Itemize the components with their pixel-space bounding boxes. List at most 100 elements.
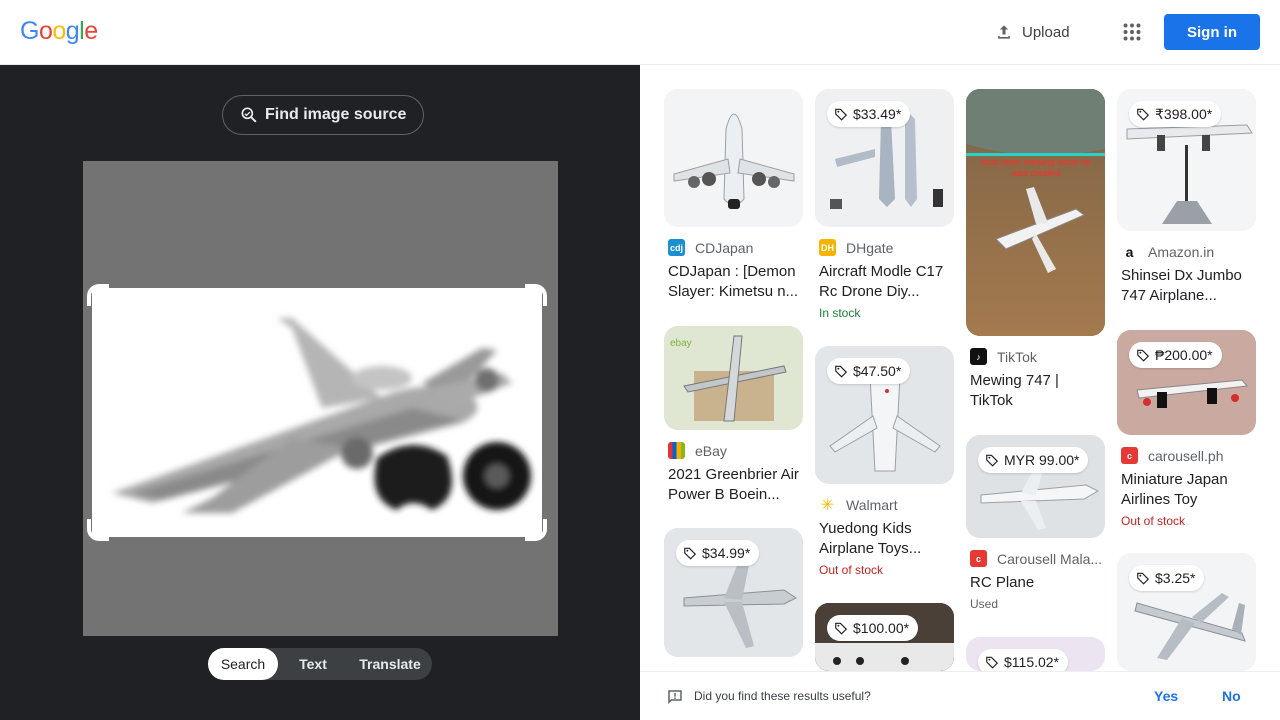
tab-search[interactable]: Search <box>208 648 278 680</box>
tab-translate[interactable]: Translate <box>348 648 432 680</box>
crop-handle-bottom-right[interactable] <box>525 519 547 541</box>
price-value: $34.99* <box>702 545 751 561</box>
result-title: Mewing 747 | TikTok <box>970 372 1059 409</box>
price-value: $115.02* <box>1004 654 1060 670</box>
apps-grid-icon <box>1123 23 1141 41</box>
price-tag: $47.50* <box>827 358 911 384</box>
result-source: ✳ Walmart <box>815 496 954 514</box>
query-image-panel: Find image source Search Text Translate <box>0 65 640 720</box>
result-title: 2021 Greenbrier Air Power B Boein... <box>668 466 799 503</box>
logo-letter: G <box>20 17 39 45</box>
result-thumbnail: ebay <box>664 326 803 430</box>
tab-text[interactable]: Text <box>278 648 348 680</box>
result-title: Miniature Japan Airlines Toy <box>1121 471 1228 508</box>
walmart-favicon: ✳ <box>820 496 835 514</box>
source-name: carousell.ph <box>1148 447 1224 464</box>
source-name: Walmart <box>846 496 898 513</box>
source-name: Amazon.in <box>1148 243 1215 260</box>
tag-icon <box>1137 572 1150 585</box>
result-card[interactable]: $100.00* <box>815 603 954 671</box>
tag-icon <box>684 547 697 560</box>
ebay-watermark: ebay <box>670 338 692 349</box>
feedback-bar: Did you find these results useful? Yes N… <box>640 671 1280 720</box>
cdjapan-favicon: cdj <box>668 239 685 256</box>
result-title: RC Plane <box>970 574 1035 591</box>
find-image-source-button[interactable]: Find image source <box>222 95 425 135</box>
price-value: $3.25* <box>1155 570 1196 586</box>
result-thumbnail: $115.02* <box>966 637 1105 671</box>
ebay-favicon <box>668 442 685 459</box>
price-value: ₱200.00* <box>1155 347 1213 363</box>
feedback-yes-button[interactable]: Yes <box>1154 688 1178 704</box>
price-value: $47.50* <box>853 363 902 379</box>
crop-handle-top-right[interactable] <box>525 284 547 306</box>
stock-status: Used <box>970 597 999 611</box>
result-card[interactable]: cdj CDJapan CDJapan : [Demon Slayer: Kim… <box>664 89 803 302</box>
result-card[interactable]: ebay eBay 2021 Greenbrier Air Power B Bo… <box>664 326 803 505</box>
google-logo[interactable]: Google <box>20 17 98 46</box>
upload-button[interactable]: Upload <box>984 14 1080 50</box>
result-title: Yuedong Kids Airplane Toys... <box>819 520 922 557</box>
result-title: CDJapan : [Demon Slayer: Kimetsu n... <box>668 263 799 300</box>
price-tag: $3.25* <box>1129 565 1205 591</box>
price-value: $33.49* <box>853 106 902 122</box>
stock-status: Out of stock <box>1121 514 1186 528</box>
result-thumbnail: $34.99* <box>664 528 803 657</box>
price-value: ₹398.00* <box>1155 105 1213 122</box>
query-image <box>83 161 558 636</box>
upload-label: Upload <box>1022 23 1070 41</box>
crop-selection[interactable] <box>92 288 542 537</box>
source-name: DHgate <box>846 239 894 256</box>
tiktok-favicon: ♪ <box>970 348 987 365</box>
tag-icon <box>1137 108 1150 121</box>
result-source: a Amazon.in <box>1117 243 1256 260</box>
source-name: eBay <box>695 442 727 459</box>
tag-icon <box>986 656 999 669</box>
google-apps-button[interactable] <box>1116 16 1148 48</box>
crop-handle-top-left[interactable] <box>87 284 109 306</box>
airplane-image <box>92 288 542 537</box>
logo-letter: g <box>65 17 80 45</box>
result-thumbnail: $47.50* <box>815 346 954 484</box>
ebay-airplane-image: ebay <box>664 326 803 430</box>
price-value: MYR 99.00* <box>1004 452 1080 468</box>
result-thumbnail: bros been mewing since he was created <box>966 89 1105 336</box>
result-card[interactable]: MYR 99.00* c Carousell Mala... RC Plane … <box>966 435 1105 611</box>
result-card[interactable]: ₱200.00* c carousell.ph Miniature Japan … <box>1117 330 1256 528</box>
sign-in-button[interactable]: Sign in <box>1164 14 1260 50</box>
result-card[interactable]: ₹398.00* a Amazon.in Shinsei Dx Jumbo 74… <box>1117 89 1256 306</box>
result-title: Aircraft Modle C17 Rc Drone Diy... <box>819 263 944 300</box>
result-card[interactable]: $33.49* DH DHgate Aircraft Modle C17 Rc … <box>815 89 954 320</box>
tag-icon <box>835 108 848 121</box>
header: Google Upload Sign in <box>0 0 1280 65</box>
result-card[interactable]: $115.02* <box>966 637 1105 671</box>
result-thumbnail: ₱200.00* <box>1117 330 1256 435</box>
result-thumbnail: ₹398.00* <box>1117 89 1256 231</box>
feedback-no-button[interactable]: No <box>1222 688 1241 704</box>
result-card[interactable]: $34.99* <box>664 528 803 657</box>
find-image-source-label: Find image source <box>265 106 407 123</box>
result-card[interactable]: $3.25* <box>1117 553 1256 671</box>
source-name: CDJapan <box>695 239 754 256</box>
result-source: ♪ TikTok <box>966 348 1105 365</box>
result-thumbnail: $33.49* <box>815 89 954 227</box>
toy-jet-image <box>664 89 803 227</box>
price-tag: $34.99* <box>676 540 760 566</box>
result-card[interactable]: $47.50* ✳ Walmart Yuedong Kids Airplane … <box>815 346 954 577</box>
amazon-favicon: a <box>1125 243 1134 260</box>
result-thumbnail: $100.00* <box>815 603 954 671</box>
crop-handle-bottom-left[interactable] <box>87 519 109 541</box>
result-source: c carousell.ph <box>1117 447 1256 464</box>
source-name: TikTok <box>997 348 1037 365</box>
tag-icon <box>1137 349 1150 362</box>
feedback-question: Did you find these results useful? <box>694 689 871 703</box>
result-thumbnail: $3.25* <box>1117 553 1256 671</box>
price-tag: $33.49* <box>827 101 911 127</box>
lens-mode-tabs: Search Text Translate <box>208 648 432 680</box>
tag-icon <box>986 454 999 467</box>
result-card[interactable]: bros been mewing since he was created ♪ … <box>966 89 1105 411</box>
stock-status: In stock <box>819 306 861 320</box>
source-name: Carousell Mala... <box>997 550 1103 567</box>
logo-letter: o <box>52 17 66 45</box>
result-thumbnail <box>664 89 803 227</box>
